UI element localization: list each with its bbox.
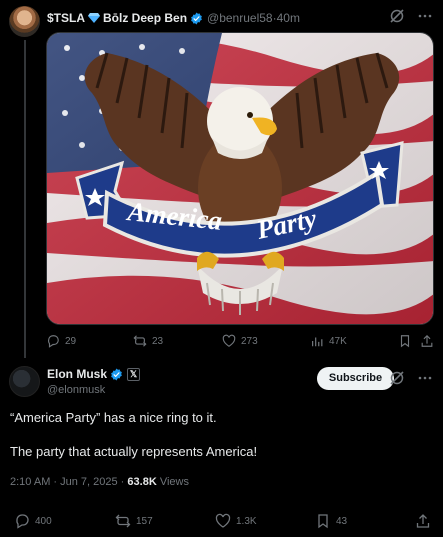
post-header: $TSLA Bōlz Deep Ben @benruel58 · 40m xyxy=(47,9,300,27)
reply-count: 400 xyxy=(35,515,52,527)
parent-post: $TSLA Bōlz Deep Ben @benruel58 · 40m Ame… xyxy=(0,0,443,358)
more-icon[interactable] xyxy=(417,8,433,24)
subscribe-button[interactable]: Subscribe xyxy=(317,367,394,390)
grok-icon[interactable] xyxy=(389,8,405,24)
like-count: 1.3K xyxy=(236,515,257,527)
avatar[interactable] xyxy=(9,6,40,37)
heart-icon xyxy=(215,513,231,528)
post-action-bar: 29 23 273 47K xyxy=(46,334,436,350)
verified-badge-icon xyxy=(111,368,122,380)
like-button[interactable]: 273 xyxy=(222,334,258,348)
repost-button[interactable]: 157 xyxy=(115,513,153,529)
reply-icon xyxy=(16,514,29,529)
heart-icon xyxy=(222,334,236,347)
reply-icon xyxy=(47,335,59,348)
repost-count: 23 xyxy=(152,335,164,347)
share-icon xyxy=(421,334,433,347)
repost-icon xyxy=(115,514,131,528)
bookmark-icon xyxy=(318,514,328,529)
reply-count: 29 xyxy=(65,335,77,347)
handle[interactable]: @elonmusk xyxy=(47,384,105,396)
like-button[interactable]: 1.3K xyxy=(215,513,257,529)
bookmark-button[interactable] xyxy=(398,334,412,348)
post-image[interactable]: America Party xyxy=(46,32,434,325)
grok-icon[interactable] xyxy=(389,370,405,386)
display-name[interactable]: $TSLA xyxy=(47,11,85,25)
display-name-secondary[interactable]: Bōlz Deep Ben xyxy=(103,11,187,25)
gem-icon xyxy=(88,13,101,23)
views-count: 63.8K xyxy=(127,476,157,488)
post-text-line: The party that actually represents Ameri… xyxy=(10,444,258,459)
views-count: 47K xyxy=(329,335,347,347)
main-post: Elon Musk 𝕏 @elonmusk Subscribe “America… xyxy=(0,358,443,537)
bookmark-count: 43 xyxy=(336,515,348,527)
post-action-bar: 400 157 1.3K 43 xyxy=(0,513,443,531)
share-icon xyxy=(416,514,430,528)
bookmark-icon xyxy=(400,335,410,348)
views-label: Views xyxy=(156,476,189,488)
affiliate-badge[interactable]: 𝕏 xyxy=(127,367,141,381)
more-icon[interactable] xyxy=(417,370,433,386)
thread-line xyxy=(24,40,26,358)
share-button[interactable] xyxy=(420,334,434,348)
reply-button[interactable]: 400 xyxy=(14,513,52,529)
post-text: “America Party” has a nice ring to it. T… xyxy=(10,409,430,460)
post-metadata: 2:10 AM · Jun 7, 2025 · 63.8K Views xyxy=(10,476,189,488)
post-header-icons xyxy=(389,370,433,386)
reply-button[interactable]: 29 xyxy=(46,334,76,348)
views-button[interactable]: 47K xyxy=(310,334,347,348)
avatar[interactable] xyxy=(9,366,40,397)
display-name[interactable]: Elon Musk xyxy=(47,367,107,381)
post-text-line: “America Party” has a nice ring to it. xyxy=(10,410,217,425)
post-header-icons xyxy=(389,8,433,24)
bookmark-button[interactable]: 43 xyxy=(315,513,347,529)
author-name-row: Elon Musk 𝕏 xyxy=(47,367,141,381)
repost-button[interactable]: 23 xyxy=(133,334,163,348)
repost-icon xyxy=(133,335,147,347)
share-button[interactable] xyxy=(415,513,431,529)
post-timestamp[interactable]: 2:10 AM · Jun 7, 2025 · xyxy=(10,476,127,488)
handle[interactable]: @benruel58 xyxy=(207,11,273,25)
eagle-flag-illustration: America Party xyxy=(47,33,433,324)
repost-count: 157 xyxy=(136,515,153,527)
verified-badge-icon xyxy=(191,12,202,24)
like-count: 273 xyxy=(241,335,258,347)
post-time[interactable]: 40m xyxy=(277,11,300,25)
analytics-icon xyxy=(312,337,323,347)
